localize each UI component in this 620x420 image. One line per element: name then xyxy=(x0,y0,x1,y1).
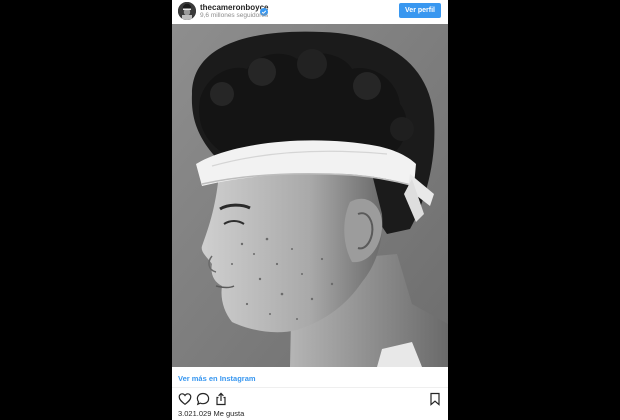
username-link[interactable]: thecameronboyce xyxy=(200,3,268,12)
heart-icon[interactable] xyxy=(178,392,192,406)
post-header: thecameronboyce 9,6 millones seguidores … xyxy=(172,0,448,24)
avatar[interactable] xyxy=(178,2,196,20)
view-profile-button[interactable]: Ver perfil xyxy=(399,3,441,18)
bookmark-icon[interactable] xyxy=(428,392,442,406)
verified-badge-icon xyxy=(260,3,268,16)
instagram-embed: thecameronboyce 9,6 millones seguidores … xyxy=(172,0,448,420)
view-more-on-instagram-link[interactable]: Ver más en Instagram xyxy=(178,374,256,383)
comment-bubble-icon[interactable] xyxy=(196,392,210,406)
share-upload-icon[interactable] xyxy=(214,392,228,406)
divider xyxy=(172,387,448,388)
likes-count: 3.021.029 Me gusta xyxy=(178,409,245,418)
followers-count: 9,6 millones seguidores xyxy=(200,12,269,19)
post-photo[interactable] xyxy=(172,24,448,367)
action-bar xyxy=(172,392,448,408)
